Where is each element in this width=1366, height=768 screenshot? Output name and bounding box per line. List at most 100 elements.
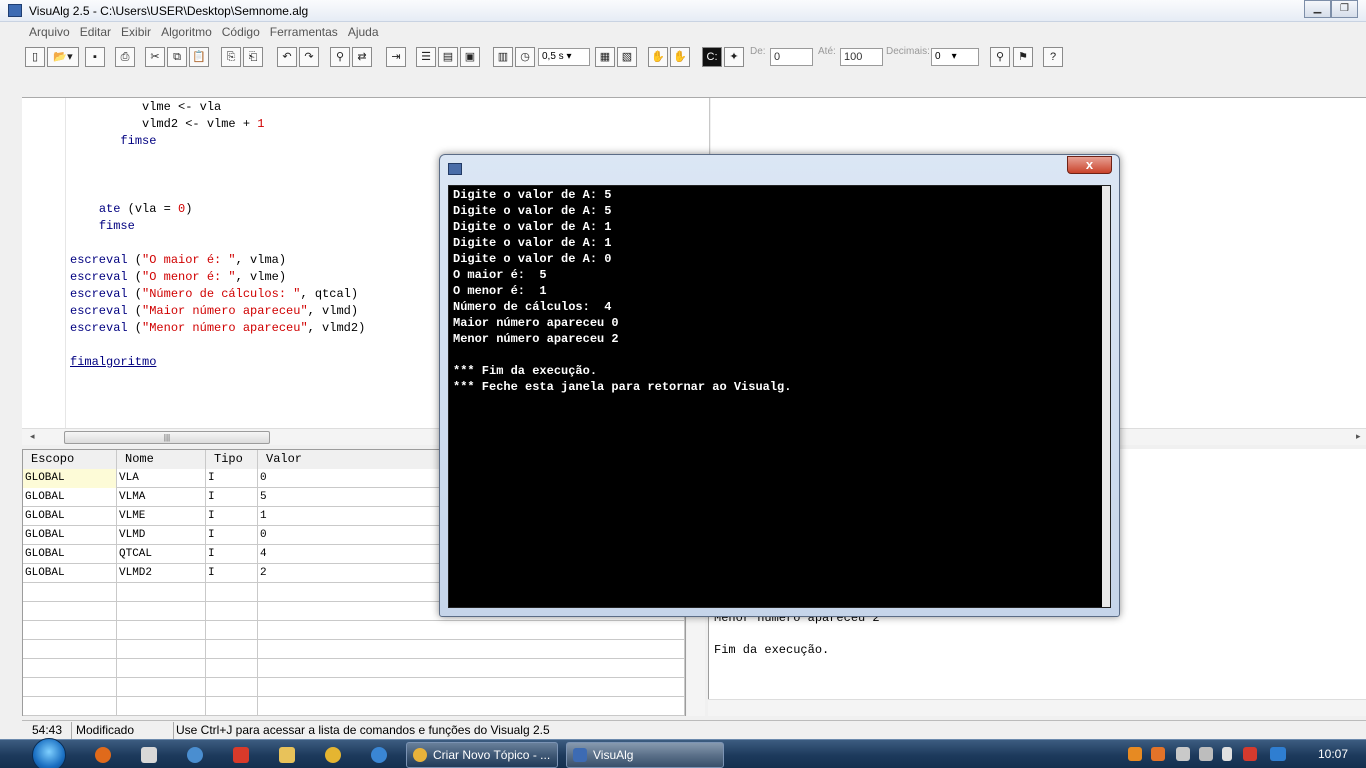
table-cell: [258, 697, 685, 716]
bookmark-icon[interactable]: ⚑: [1013, 47, 1033, 67]
numbered-list-icon[interactable]: ☰: [416, 47, 436, 67]
code-line[interactable]: vlmd2 <- vlme + 1: [70, 117, 264, 131]
magic-wand-icon[interactable]: ✦: [724, 47, 744, 67]
code-token: , qtcal): [300, 287, 359, 301]
code-line[interactable]: escreval ("Número de cálculos: ", qtcal): [70, 287, 358, 301]
help-icon[interactable]: ?: [1043, 47, 1063, 67]
table-row[interactable]: [23, 697, 685, 716]
code-token: escreval: [70, 270, 128, 284]
maximize-button[interactable]: ❐: [1331, 0, 1358, 18]
minimize-button[interactable]: ▁: [1304, 0, 1331, 18]
code-line[interactable]: escreval ("Menor número apareceu", vlmd2…: [70, 321, 365, 335]
column-header[interactable]: Nome: [117, 450, 206, 469]
table-cell: GLOBAL: [23, 469, 117, 488]
scroll-right-icon[interactable]: ▸: [1356, 431, 1361, 442]
table-cell: [206, 678, 258, 697]
code-token: , vlme): [235, 270, 287, 284]
tray-icon[interactable]: [1128, 747, 1142, 761]
template-icon[interactable]: ▣: [460, 47, 480, 67]
table-cell: VLMA: [117, 488, 206, 507]
decimais-select[interactable]: 0 ▾: [931, 48, 979, 66]
firefox-icon[interactable]: [95, 747, 111, 763]
code-line[interactable]: escreval ("Maior número apareceu", vlmd): [70, 304, 358, 318]
console-icon[interactable]: C:: [702, 47, 722, 67]
stop-icon[interactable]: ▧: [617, 47, 637, 67]
pause-icon[interactable]: ▦: [595, 47, 615, 67]
console-screen[interactable]: Digite o valor de A: 5 Digite o valor de …: [448, 185, 1111, 608]
save-icon[interactable]: ▪: [85, 47, 105, 67]
table-cell: VLME: [117, 507, 206, 526]
copy-doc-icon[interactable]: ⎘: [221, 47, 241, 67]
app-icon[interactable]: [141, 747, 157, 763]
code-line[interactable]: vlme <- vla: [70, 100, 221, 114]
code-line[interactable]: fimse: [70, 134, 156, 148]
folder-icon[interactable]: [279, 747, 295, 763]
speed-select[interactable]: 0,5 s ▾: [538, 48, 590, 66]
scroll-thumb[interactable]: |||: [64, 431, 270, 444]
menu-algoritmo[interactable]: Algoritmo: [156, 23, 217, 42]
office-icon[interactable]: [233, 747, 249, 763]
de-input[interactable]: 0: [770, 48, 813, 66]
find-icon[interactable]: ⚲: [330, 47, 350, 67]
code-line[interactable]: escreval ("O menor é: ", vlme): [70, 270, 286, 284]
tray-icon[interactable]: [1270, 747, 1286, 761]
ate-input[interactable]: 100: [840, 48, 883, 66]
menu-ferramentas[interactable]: Ferramentas: [265, 23, 343, 42]
new-file-icon[interactable]: ▯: [25, 47, 45, 67]
column-header[interactable]: Tipo: [206, 450, 258, 469]
table-row[interactable]: [23, 659, 685, 678]
code-line[interactable]: escreval ("O maior é: ", vlma): [70, 253, 286, 267]
open-file-icon[interactable]: 📂▾: [47, 47, 79, 67]
table-row[interactable]: [23, 678, 685, 697]
cut-icon[interactable]: ✂: [145, 47, 165, 67]
close-button[interactable]: x: [1067, 156, 1112, 174]
zoom-icon[interactable]: ⚲: [990, 47, 1010, 67]
breakpoint-icon[interactable]: ✋: [670, 47, 690, 67]
menu-arquivo[interactable]: Arquivo: [24, 23, 75, 42]
paste-icon[interactable]: 📋: [189, 47, 209, 67]
code-line[interactable]: fimalgoritmo: [70, 355, 156, 369]
hand-icon[interactable]: ✋: [648, 47, 668, 67]
table-row[interactable]: [23, 621, 685, 640]
tray-icon[interactable]: [1243, 747, 1257, 761]
chrome-icon[interactable]: [325, 747, 341, 763]
paste-doc-icon[interactable]: ⎗: [243, 47, 263, 67]
start-button[interactable]: [32, 738, 66, 768]
code-token: 1: [257, 117, 265, 131]
timer-icon[interactable]: ◷: [515, 47, 535, 67]
tray-icon[interactable]: [1176, 747, 1190, 761]
scroll-left-icon[interactable]: ◂: [30, 431, 35, 442]
code-line[interactable]: ate (vla = 0): [70, 202, 193, 216]
print-icon[interactable]: ⎙: [115, 47, 135, 67]
redo-icon[interactable]: ↷: [299, 47, 319, 67]
console-window[interactable]: x Digite o valor de A: 5 Digite o valor d…: [439, 154, 1120, 617]
console-line: *** Feche esta janela para retornar ao V…: [453, 380, 792, 394]
document-icon[interactable]: ▤: [438, 47, 458, 67]
window-title: VisuAlg 2.5 - C:\Users\USER\Desktop\Semn…: [29, 4, 309, 18]
output-horizontal-scrollbar[interactable]: [708, 699, 1366, 716]
menu-codigo[interactable]: Código: [217, 23, 265, 42]
ie-icon[interactable]: [371, 747, 387, 763]
tray-icon[interactable]: [1151, 747, 1165, 761]
menu-ajuda[interactable]: Ajuda: [343, 23, 384, 42]
table-row[interactable]: [23, 640, 685, 659]
tray-icon[interactable]: [1199, 747, 1213, 761]
taskbar-item-visualg[interactable]: VisuAlg: [566, 742, 724, 768]
table-cell: GLOBAL: [23, 564, 117, 583]
taskbar-item-chrome[interactable]: Criar Novo Tópico - ...: [406, 742, 558, 768]
menu-exibir[interactable]: Exibir: [116, 23, 156, 42]
console-line: *** Fim da execução.: [453, 364, 598, 378]
copy-icon[interactable]: ⧉: [167, 47, 187, 67]
code-line[interactable]: fimse: [70, 219, 135, 233]
console-scrollbar[interactable]: [1102, 186, 1110, 607]
run-step-icon[interactable]: ▥: [493, 47, 513, 67]
column-header[interactable]: Escopo: [23, 450, 117, 469]
network-icon[interactable]: [187, 747, 203, 763]
volume-icon[interactable]: [1222, 747, 1232, 761]
undo-icon[interactable]: ↶: [277, 47, 297, 67]
replace-icon[interactable]: ⇄: [352, 47, 372, 67]
console-line: O menor é: 1: [453, 284, 547, 298]
menu-editar[interactable]: Editar: [75, 23, 116, 42]
indent-icon[interactable]: ⇥: [386, 47, 406, 67]
